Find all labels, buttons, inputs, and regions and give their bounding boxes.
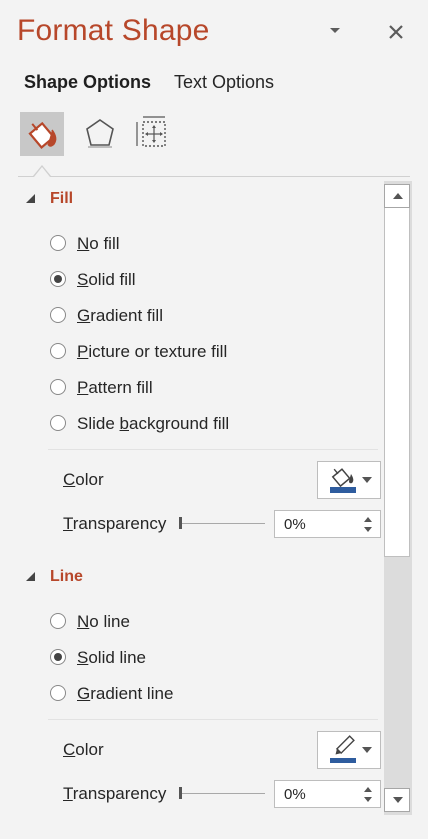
- radio-unchecked-icon[interactable]: [50, 685, 66, 701]
- radio-label: No fill: [77, 234, 120, 253]
- category-icons: [20, 112, 260, 156]
- radio-label: Gradient fill: [77, 306, 163, 325]
- spin-up-icon[interactable]: [364, 517, 372, 522]
- scrollbar-thumb[interactable]: [384, 208, 410, 557]
- scroll-down-icon: [393, 797, 403, 803]
- tab-text-options[interactable]: Text Options: [174, 72, 274, 93]
- radio-unchecked-icon[interactable]: [50, 379, 66, 395]
- line-section-header[interactable]: Line: [26, 568, 83, 586]
- radio-checked-icon[interactable]: [50, 649, 66, 665]
- radio-checked-icon[interactable]: [50, 271, 66, 287]
- fill-transparency-slider[interactable]: [179, 517, 265, 529]
- fill-line-icon: [28, 121, 57, 149]
- radio-label: Slide background fill: [77, 414, 230, 433]
- pane-content: Fill No fill Solid fill Gradient fill Pictu…: [0, 177, 384, 827]
- pane-title: Format Shape: [17, 14, 210, 47]
- line-color-swatch: [330, 758, 356, 763]
- spin-down-icon[interactable]: [364, 797, 372, 802]
- pentagon-icon: [86, 119, 114, 148]
- radio-unchecked-icon[interactable]: [50, 235, 66, 251]
- scroll-up-icon: [393, 193, 403, 199]
- task-pane-options-button[interactable]: [327, 22, 343, 38]
- fill-color-swatch: [330, 487, 356, 493]
- radio-label: Pattern fill: [77, 378, 153, 397]
- line-color-button[interactable]: [317, 731, 381, 769]
- line-transparency-spinner[interactable]: 0%: [274, 780, 381, 808]
- slider-thumb[interactable]: [179, 517, 182, 529]
- fill-transparency-label: Transparency: [63, 514, 167, 533]
- radio-label: Solid fill: [77, 270, 136, 289]
- paint-bucket-icon: [330, 468, 356, 493]
- spinner-value: 0%: [284, 516, 306, 533]
- line-color-label: Color: [63, 740, 104, 759]
- close-button[interactable]: [386, 22, 406, 42]
- fill-transparency-spinner[interactable]: 0%: [274, 510, 381, 538]
- chevron-down-icon: [330, 28, 340, 33]
- fill-color-label: Color: [63, 470, 104, 489]
- radio-unchecked-icon[interactable]: [50, 415, 66, 431]
- tab-shape-options[interactable]: Shape Options: [24, 72, 151, 93]
- scroll-up-button[interactable]: [384, 184, 410, 208]
- chevron-down-icon: [362, 477, 372, 483]
- collapse-triangle-icon: [26, 194, 35, 203]
- spin-up-icon[interactable]: [364, 787, 372, 792]
- fill-section-header[interactable]: Fill: [26, 190, 73, 208]
- slider-thumb[interactable]: [179, 787, 182, 799]
- size-properties-icon: [136, 116, 166, 147]
- radio-label: Picture or texture fill: [77, 342, 228, 361]
- category-fill-line[interactable]: [20, 112, 64, 156]
- pen-icon: [330, 735, 356, 763]
- spin-down-icon[interactable]: [364, 527, 372, 532]
- radio-unchecked-icon[interactable]: [50, 613, 66, 629]
- spinner-value: 0%: [284, 786, 306, 803]
- fill-divider: [48, 449, 378, 450]
- radio-unchecked-icon[interactable]: [50, 307, 66, 323]
- collapse-triangle-icon: [26, 572, 35, 581]
- radio-unchecked-icon[interactable]: [50, 343, 66, 359]
- vertical-scrollbar[interactable]: [384, 181, 412, 815]
- scroll-down-button[interactable]: [384, 788, 410, 812]
- category-size-properties[interactable]: [132, 112, 176, 156]
- radio-label: No line: [77, 612, 130, 631]
- chevron-down-icon: [362, 747, 372, 753]
- fill-color-button[interactable]: [317, 461, 381, 499]
- close-icon: [389, 25, 403, 39]
- category-effects[interactable]: [78, 112, 122, 156]
- radio-label: Solid line: [77, 648, 146, 667]
- radio-label: Gradient line: [77, 684, 174, 703]
- line-transparency-slider[interactable]: [179, 787, 265, 799]
- line-transparency-label: Transparency: [63, 784, 167, 803]
- line-divider: [48, 719, 378, 720]
